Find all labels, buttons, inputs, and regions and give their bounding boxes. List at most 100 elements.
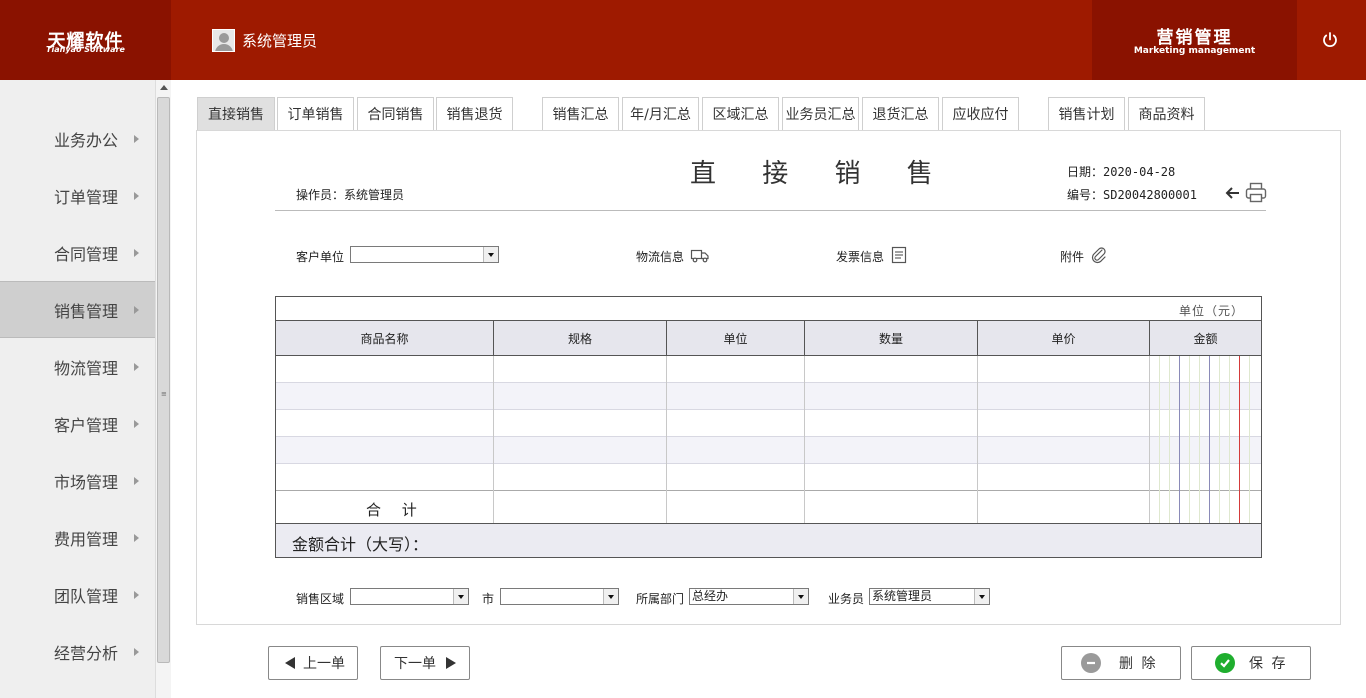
chevron-right-icon xyxy=(134,476,139,485)
avatar xyxy=(212,28,235,52)
current-user[interactable]: 系统管理员 xyxy=(212,28,317,52)
scroll-up-arrow-icon[interactable] xyxy=(160,85,168,90)
department-select-value: 总经办 xyxy=(692,589,729,603)
sidebar-item-expenses[interactable]: 费用管理 xyxy=(0,509,155,566)
table-row[interactable] xyxy=(276,464,1261,491)
operator-text: 操作员：系统管理员 xyxy=(296,188,405,202)
table-row[interactable] xyxy=(276,437,1261,464)
sidebar-item-contracts[interactable]: 合同管理 xyxy=(0,224,155,281)
sidebar-item-sales[interactable]: 销售管理 xyxy=(0,281,155,338)
region-select[interactable] xyxy=(350,588,469,605)
table-row[interactable] xyxy=(276,383,1261,410)
chevron-right-icon xyxy=(134,419,139,428)
sidebar-item-business-office[interactable]: 业务办公 xyxy=(0,110,155,167)
module-title: 营销管理 Marketing management xyxy=(1092,0,1297,80)
tab-order-sales[interactable]: 订单销售 xyxy=(277,97,354,130)
check-circle-icon xyxy=(1215,653,1235,673)
tab-salesman-summary[interactable]: 业务员汇总 xyxy=(782,97,859,130)
column-divider xyxy=(804,356,805,523)
chevron-down-icon xyxy=(603,589,618,604)
amount-in-words-row: 金额合计（大写）： xyxy=(276,523,1261,557)
table-row[interactable] xyxy=(276,356,1261,383)
sidebar-item-label: 客户管理 xyxy=(54,415,119,435)
chevron-right-icon xyxy=(134,362,139,371)
sidebar-item-label: 团队管理 xyxy=(54,586,119,606)
tab-contract-sales[interactable]: 合同销售 xyxy=(357,97,434,130)
tab-region-summary[interactable]: 区域汇总 xyxy=(702,97,779,130)
tab-direct-sales[interactable]: 直接销售 xyxy=(197,97,275,130)
chevron-down-icon xyxy=(793,589,808,604)
sidebar-item-label: 费用管理 xyxy=(54,529,119,549)
column-header: 单价 xyxy=(978,321,1150,355)
logistics-label[interactable]: 物流信息 xyxy=(636,248,684,265)
chevron-right-icon xyxy=(134,305,139,314)
column-divider xyxy=(493,356,494,523)
chevron-down-icon xyxy=(483,247,498,262)
chevron-right-icon xyxy=(134,590,139,599)
tab-sales-return[interactable]: 销售退货 xyxy=(436,97,513,130)
date-text: 日期：2020-04-28 xyxy=(1067,165,1176,179)
sidebar-item-label: 合同管理 xyxy=(54,244,119,264)
department-select[interactable]: 总经办 xyxy=(689,588,809,605)
sidebar: 业务办公 订单管理 合同管理 销售管理 物流管理 客户管理 市场管理 费用管理 … xyxy=(0,80,155,698)
arrow-left-icon[interactable] xyxy=(1225,186,1241,200)
city-select[interactable] xyxy=(500,588,619,605)
tab-sales-summary[interactable]: 销售汇总 xyxy=(542,97,619,130)
sidebar-item-team[interactable]: 团队管理 xyxy=(0,566,155,623)
triangle-right-icon xyxy=(446,657,456,669)
unit-label: 单位（元） xyxy=(1178,304,1244,318)
module-title-cn: 营销管理 xyxy=(1156,28,1233,48)
prev-button[interactable]: 上一单 xyxy=(268,646,358,680)
salesman-select[interactable]: 系统管理员 xyxy=(869,588,990,605)
next-button[interactable]: 下一单 xyxy=(380,646,470,680)
sidebar-item-customers[interactable]: 客户管理 xyxy=(0,395,155,452)
sidebar-item-market[interactable]: 市场管理 xyxy=(0,452,155,509)
document-icon[interactable] xyxy=(890,246,908,264)
tab-year-month-summary[interactable]: 年/月汇总 xyxy=(622,97,699,130)
logo: 天耀软件 Tianyao Software xyxy=(0,0,171,80)
prev-button-label: 上一单 xyxy=(303,656,345,672)
chevron-right-icon xyxy=(134,533,139,542)
grip-icon: ≡ xyxy=(161,390,167,398)
paperclip-icon[interactable] xyxy=(1090,246,1108,264)
table-row[interactable] xyxy=(276,410,1261,437)
department-label: 所属部门 xyxy=(636,592,685,606)
scroll-thumb[interactable]: ≡ xyxy=(157,97,170,663)
amount-in-words-label: 金额合计（大写）： xyxy=(292,535,429,554)
attachment-label[interactable]: 附件 xyxy=(1060,248,1084,265)
customer-select[interactable] xyxy=(350,246,499,263)
sidebar-scrollbar[interactable]: ≡ xyxy=(155,80,171,698)
number-text: 编号：SD20042800001 xyxy=(1067,188,1197,202)
chevron-right-icon xyxy=(134,248,139,257)
column-header: 单位 xyxy=(667,321,805,355)
column-header: 商品名称 xyxy=(276,321,494,355)
invoice-label[interactable]: 发票信息 xyxy=(836,248,884,265)
tab-return-summary[interactable]: 退货汇总 xyxy=(862,97,939,130)
chevron-down-icon xyxy=(974,589,989,604)
printer-icon[interactable] xyxy=(1245,182,1267,203)
module-title-en: Marketing management xyxy=(1133,46,1256,56)
items-table: 单位（元） 商品名称 规格 单位 数量 单价 金额 合 计 金额合计（大写）： xyxy=(275,296,1262,558)
chevron-right-icon xyxy=(134,191,139,200)
user-name: 系统管理员 xyxy=(242,31,318,50)
truck-icon[interactable] xyxy=(690,248,710,263)
sidebar-item-logistics[interactable]: 物流管理 xyxy=(0,338,155,395)
column-header: 规格 xyxy=(494,321,667,355)
chevron-right-icon xyxy=(134,134,139,143)
tab-sales-plan[interactable]: 销售计划 xyxy=(1048,97,1125,130)
salesman-select-value: 系统管理员 xyxy=(872,589,933,603)
column-divider xyxy=(666,356,667,523)
column-header: 数量 xyxy=(805,321,978,355)
sidebar-item-orders[interactable]: 订单管理 xyxy=(0,167,155,224)
page-title: 直 接 销 售 xyxy=(690,159,952,189)
chevron-right-icon xyxy=(134,647,139,656)
sidebar-item-analysis[interactable]: 经营分析 xyxy=(0,623,155,680)
tab-receivables-payables[interactable]: 应收应付 xyxy=(942,97,1019,130)
sidebar-item-label: 销售管理 xyxy=(54,301,119,321)
top-header: 天耀软件 Tianyao Software 系统管理员 营销管理 Marketi… xyxy=(0,0,1366,80)
delete-button-label: 删 除 xyxy=(1119,656,1158,672)
save-button[interactable]: 保 存 xyxy=(1191,646,1311,680)
delete-button[interactable]: 删 除 xyxy=(1061,646,1181,680)
tab-product-data[interactable]: 商品资料 xyxy=(1128,97,1205,130)
power-icon[interactable] xyxy=(1321,31,1339,49)
